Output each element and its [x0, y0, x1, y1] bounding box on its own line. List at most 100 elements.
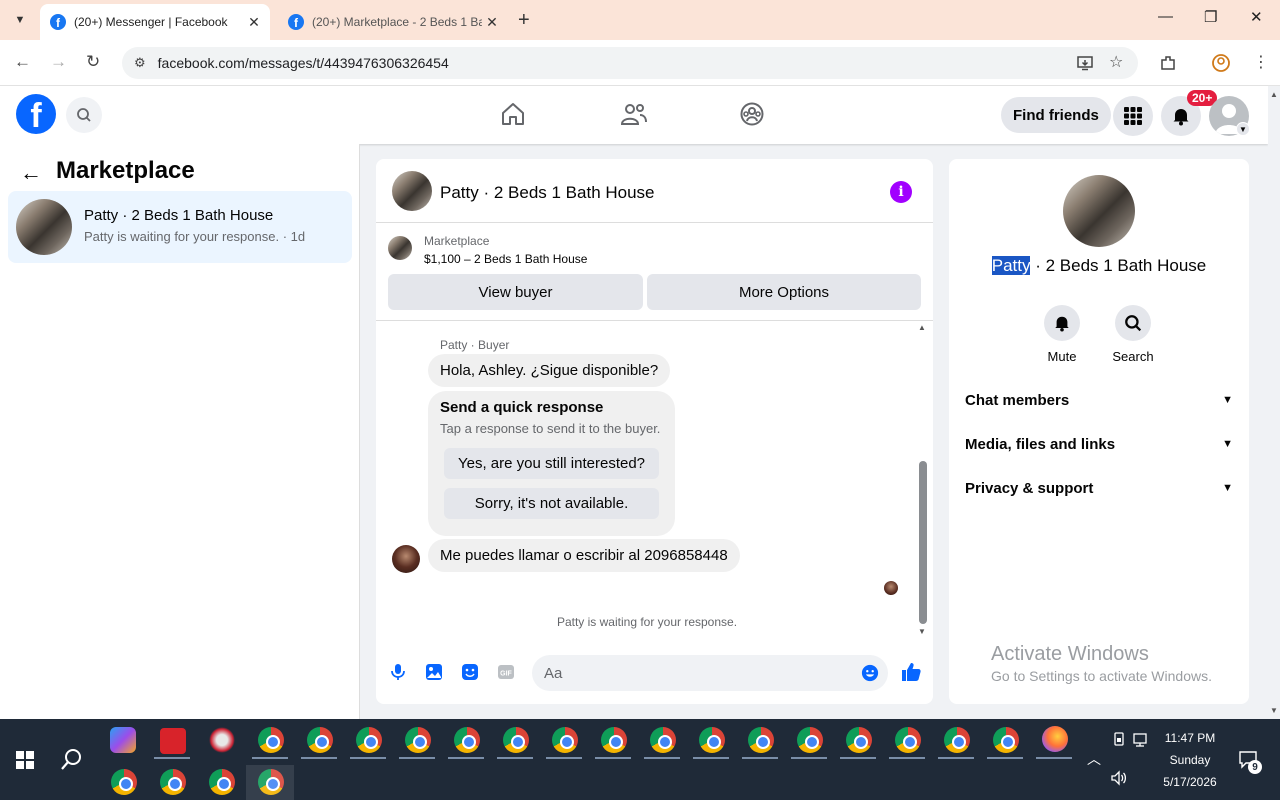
chrome-app-icon[interactable] [601, 727, 627, 753]
listing-photo[interactable] [1063, 175, 1135, 247]
facebook-logo-icon[interactable]: f [16, 94, 56, 134]
tab-messenger[interactable]: f (20+) Messenger | Facebook ✕ [40, 4, 270, 40]
close-tab-icon[interactable]: ✕ [482, 14, 502, 31]
chrome-app-icon[interactable] [993, 727, 1019, 753]
scroll-down-arrow-icon[interactable]: ▼ [1270, 706, 1278, 715]
details-title-rest: · 2 Beds 1 Bath House [1030, 256, 1207, 275]
forward-arrow-icon[interactable]: → [50, 52, 67, 72]
view-buyer-button[interactable]: View buyer [388, 274, 643, 310]
chrome-app-icon[interactable] [895, 727, 921, 753]
marketplace-listing-bar: Marketplace $1,100 – 2 Beds 1 Bath House… [376, 223, 933, 321]
chrome-app-icon[interactable] [209, 769, 235, 795]
search-in-chat-button[interactable]: Search [1097, 305, 1169, 364]
site-info-icon[interactable]: ⚙ [134, 55, 146, 71]
minimize-button[interactable]: — [1158, 8, 1173, 25]
chrome-app-icon[interactable] [356, 727, 382, 753]
listing-thumbnail [16, 199, 72, 255]
chrome-app-icon[interactable] [699, 727, 725, 753]
menu-grid-button[interactable] [1113, 96, 1153, 136]
app-icon[interactable] [160, 728, 186, 754]
chrome-app-icon[interactable] [160, 769, 186, 795]
volume-icon[interactable] [1110, 770, 1128, 786]
chrome-app-icon[interactable] [748, 727, 774, 753]
clock-date[interactable]: 5/17/2026 [1160, 775, 1220, 789]
chrome-app-icon[interactable] [797, 727, 823, 753]
sender-avatar[interactable] [392, 545, 420, 573]
tab-search-dropdown[interactable]: ▼ [8, 8, 32, 32]
new-tab-button[interactable]: + [518, 9, 530, 32]
chrome-app-icon[interactable] [846, 727, 872, 753]
gif-icon[interactable]: GIF [497, 663, 515, 681]
tab-title: (20+) Marketplace - 2 Beds 1 Bath [312, 15, 482, 29]
clock-day[interactable]: Sunday [1160, 753, 1220, 767]
url-omnibox[interactable]: ⚙ facebook.com/messages/t/44394763063264… [122, 47, 1138, 79]
search-icon [77, 108, 91, 122]
listing-title[interactable]: $1,100 – 2 Beds 1 Bath House [424, 252, 587, 266]
back-arrow-icon[interactable]: ← [14, 52, 31, 72]
info-icon[interactable]: i [890, 181, 912, 203]
running-indicator [644, 757, 680, 759]
mute-button[interactable]: Mute [1026, 305, 1098, 364]
chrome-app-icon[interactable] [111, 769, 137, 795]
extensions-icon[interactable] [1159, 54, 1177, 72]
chrome-app-icon[interactable] [307, 727, 333, 753]
scroll-up-arrow-icon[interactable]: ▲ [918, 323, 926, 332]
listing-thumbnail[interactable] [392, 171, 432, 211]
device-icon[interactable] [1111, 732, 1127, 748]
profile-icon[interactable] [1211, 53, 1231, 73]
app-icon[interactable] [209, 727, 235, 753]
message-bubble[interactable]: Hola, Ashley. ¿Sigue disponible? [428, 354, 671, 387]
friends-icon[interactable] [620, 101, 648, 127]
mute-label: Mute [1047, 349, 1077, 364]
page-scrollbar[interactable]: ▲ ▼ [1268, 86, 1280, 719]
microphone-icon[interactable] [389, 663, 407, 681]
bookmark-star-icon[interactable]: ☆ [1109, 52, 1123, 72]
chrome-app-icon[interactable] [503, 727, 529, 753]
more-options-button[interactable]: More Options [647, 274, 921, 310]
chevron-down-icon[interactable]: ▼ [1236, 122, 1250, 136]
windows-start-icon[interactable] [16, 751, 34, 769]
chat-title[interactable]: Patty · 2 Beds 1 Bath House [440, 183, 655, 203]
firefox-app-icon[interactable] [1042, 726, 1068, 752]
chrome-app-icon[interactable] [944, 727, 970, 753]
conversation-list-panel: ← Marketplace Patty · 2 Beds 1 Bath Hous… [0, 144, 360, 719]
windows-taskbar: ︿ 11:47 PM Sunday 5/17/2026 9 [0, 719, 1280, 800]
tab-marketplace[interactable]: f (20+) Marketplace - 2 Beds 1 Bath ✕ [278, 4, 508, 40]
show-hidden-icons-chevron-icon[interactable]: ︿ [1087, 749, 1101, 769]
home-icon[interactable] [500, 101, 526, 127]
media-files-links-section[interactable]: Media, files and links ▼ [965, 432, 1233, 456]
message-input[interactable] [532, 655, 888, 691]
copilot-app-icon[interactable] [110, 727, 136, 753]
thumbs-up-icon[interactable] [900, 661, 922, 683]
reload-icon[interactable]: ↻ [86, 52, 100, 72]
network-icon[interactable] [1133, 732, 1151, 748]
close-window-button[interactable]: ✕ [1250, 8, 1263, 26]
close-tab-icon[interactable]: ✕ [244, 14, 264, 31]
restore-button[interactable]: ❐ [1204, 8, 1217, 26]
chrome-app-icon[interactable] [258, 727, 284, 753]
conversation-item[interactable]: Patty · 2 Beds 1 Bath House Patty is wai… [8, 191, 352, 263]
taskbar-search-icon[interactable] [60, 747, 84, 771]
chrome-app-icon[interactable] [650, 727, 676, 753]
scroll-up-arrow-icon[interactable]: ▲ [1270, 90, 1278, 99]
sticker-icon[interactable] [461, 663, 479, 681]
emoji-icon[interactable] [861, 664, 879, 682]
back-arrow-icon[interactable]: ← [20, 160, 42, 186]
quick-reply-button[interactable]: Sorry, it's not available. [444, 488, 659, 519]
search-button[interactable] [66, 97, 102, 133]
privacy-support-section[interactable]: Privacy & support ▼ [965, 476, 1233, 500]
clock-time[interactable]: 11:47 PM [1160, 731, 1220, 745]
chrome-app-icon[interactable] [454, 727, 480, 753]
groups-icon[interactable] [739, 101, 765, 127]
install-app-icon[interactable] [1076, 54, 1094, 72]
chrome-app-icon[interactable] [405, 727, 431, 753]
scroll-down-arrow-icon[interactable]: ▼ [918, 627, 926, 636]
message-bubble[interactable]: Me puedes llamar o escribir al 209685844… [428, 539, 740, 572]
photo-icon[interactable] [425, 663, 443, 681]
chat-scrollbar-thumb[interactable] [919, 461, 927, 624]
quick-reply-button[interactable]: Yes, are you still interested? [444, 448, 659, 479]
find-friends-button[interactable]: Find friends [1001, 97, 1111, 133]
chrome-app-icon[interactable] [552, 727, 578, 753]
browser-menu-icon[interactable]: ⋮ [1253, 52, 1269, 72]
chat-members-section[interactable]: Chat members ▼ [965, 388, 1233, 412]
